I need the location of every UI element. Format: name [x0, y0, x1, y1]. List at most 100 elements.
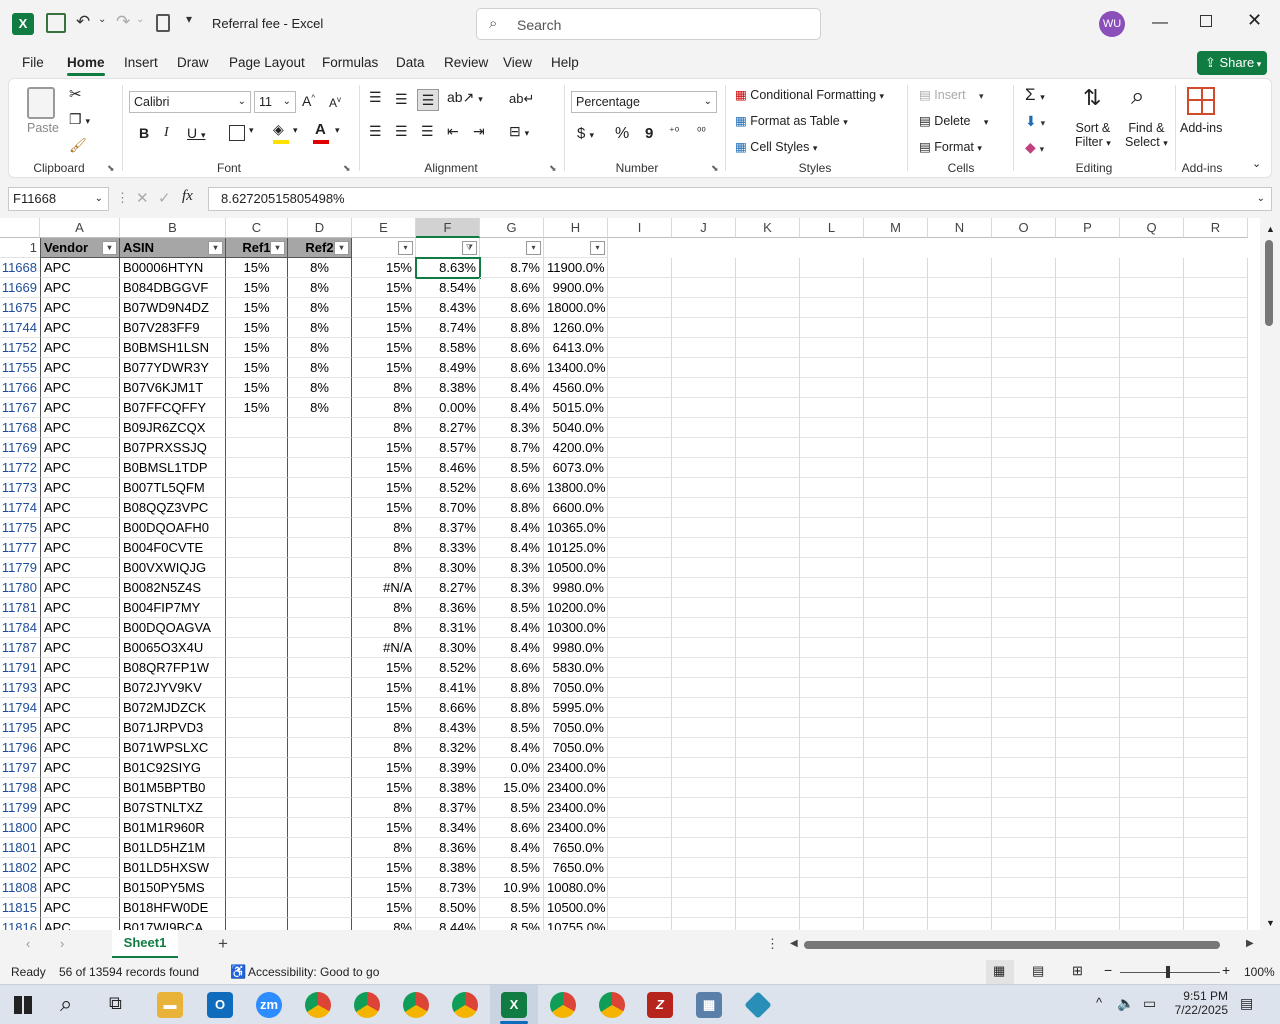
redo-icon[interactable]: ↷	[116, 12, 130, 32]
table-cell[interactable]: 10365.0%	[544, 518, 608, 538]
table-cell[interactable]	[226, 478, 288, 498]
table-cell[interactable]: 13800.0%	[544, 478, 608, 498]
empty-cell[interactable]	[1120, 478, 1184, 498]
empty-cell[interactable]	[1120, 558, 1184, 578]
table-cell[interactable]: B0150PY5MS	[120, 878, 226, 898]
empty-cell[interactable]	[1184, 278, 1248, 298]
table-cell[interactable]	[226, 858, 288, 878]
increase-font-icon[interactable]: A^	[302, 93, 315, 109]
empty-cell[interactable]	[1184, 398, 1248, 418]
table-cell[interactable]: 8.52%	[416, 658, 480, 678]
table-cell[interactable]: B004FIP7MY	[120, 598, 226, 618]
table-cell[interactable]: 15%	[226, 358, 288, 378]
table-cell[interactable]: #N/A	[352, 578, 416, 598]
empty-cell[interactable]	[1056, 758, 1120, 778]
table-cell[interactable]: APC	[40, 338, 120, 358]
empty-cell[interactable]	[672, 578, 736, 598]
table-cell[interactable]: 23400.0%	[544, 798, 608, 818]
table-cell[interactable]: APC	[40, 878, 120, 898]
empty-cell[interactable]	[1120, 598, 1184, 618]
page-layout-view-icon[interactable]: ▤	[1032, 963, 1044, 979]
filter-dropdown-icon[interactable]: ▾	[208, 241, 223, 255]
table-cell[interactable]: 8.6%	[480, 658, 544, 678]
table-cell[interactable]: 8.43%	[416, 718, 480, 738]
empty-cell[interactable]	[928, 458, 992, 478]
table-cell[interactable]: 8.36%	[416, 598, 480, 618]
row-header[interactable]: 11744	[0, 318, 40, 338]
empty-cell[interactable]	[1056, 338, 1120, 358]
calculator-app-icon[interactable]: ▦	[696, 992, 722, 1018]
table-cell[interactable]: 8.7%	[480, 258, 544, 278]
table-cell[interactable]	[226, 598, 288, 618]
collapse-ribbon-icon[interactable]: ⌄	[1252, 157, 1261, 170]
taskbar-clock[interactable]: 9:51 PM 7/22/2025	[1168, 989, 1228, 1017]
empty-cell[interactable]	[608, 618, 672, 638]
empty-cell[interactable]	[864, 458, 928, 478]
row-header[interactable]: 11774	[0, 498, 40, 518]
table-cell[interactable]: APC	[40, 278, 120, 298]
table-cell[interactable]: 8.5%	[480, 858, 544, 878]
empty-cell[interactable]	[608, 538, 672, 558]
row-header[interactable]: 11796	[0, 738, 40, 758]
zoom-out-icon[interactable]: −	[1104, 962, 1112, 978]
windows-start-icon[interactable]	[14, 996, 32, 1014]
table-cell[interactable]	[226, 678, 288, 698]
scroll-down-icon[interactable]: ▼	[1266, 918, 1275, 928]
table-cell[interactable]: B077YDWR3Y	[120, 358, 226, 378]
addins-icon[interactable]	[1187, 87, 1215, 115]
empty-cell[interactable]	[864, 418, 928, 438]
empty-cell[interactable]	[800, 818, 864, 838]
italic-icon[interactable]: I	[164, 125, 169, 141]
empty-cell[interactable]	[992, 338, 1056, 358]
empty-cell[interactable]	[864, 358, 928, 378]
empty-cell[interactable]	[1184, 858, 1248, 878]
empty-cell[interactable]	[1056, 818, 1120, 838]
empty-cell[interactable]	[1184, 558, 1248, 578]
empty-cell[interactable]	[864, 638, 928, 658]
table-cell[interactable]: 15%	[352, 678, 416, 698]
fill-icon[interactable]: ⬇ ▾	[1025, 113, 1045, 130]
table-cell[interactable]: B07V6KJM1T	[120, 378, 226, 398]
align-bottom-icon[interactable]: ☰	[417, 89, 439, 111]
empty-cell[interactable]	[1120, 878, 1184, 898]
empty-cell[interactable]	[992, 718, 1056, 738]
table-cell[interactable]: 15%	[352, 858, 416, 878]
empty-cell[interactable]	[928, 258, 992, 278]
table-cell[interactable]: APC	[40, 698, 120, 718]
empty-cell[interactable]	[672, 458, 736, 478]
table-cell[interactable]: APC	[40, 378, 120, 398]
row-header[interactable]: 11781	[0, 598, 40, 618]
minimize-icon[interactable]: —	[1152, 14, 1168, 32]
table-cell[interactable]: 5040.0%	[544, 418, 608, 438]
table-cell[interactable]: APC	[40, 818, 120, 838]
network-icon[interactable]: ▭	[1143, 995, 1156, 1012]
table-cell[interactable]: 8.8%	[480, 318, 544, 338]
table-cell[interactable]	[226, 438, 288, 458]
empty-cell[interactable]	[800, 578, 864, 598]
empty-cell[interactable]	[736, 878, 800, 898]
empty-cell[interactable]	[992, 798, 1056, 818]
empty-cell[interactable]	[736, 758, 800, 778]
tab-insert[interactable]: Insert	[124, 55, 158, 70]
empty-cell[interactable]	[864, 778, 928, 798]
table-cell[interactable]: 8.4%	[480, 738, 544, 758]
empty-cell[interactable]	[736, 578, 800, 598]
table-cell[interactable]: APC	[40, 458, 120, 478]
empty-cell[interactable]	[1120, 718, 1184, 738]
empty-cell[interactable]	[992, 678, 1056, 698]
table-cell[interactable]: APC	[40, 558, 120, 578]
empty-cell[interactable]	[928, 418, 992, 438]
column-header[interactable]: Q	[1120, 218, 1184, 238]
empty-cell[interactable]	[608, 858, 672, 878]
table-cell[interactable]: 15%	[352, 898, 416, 918]
table-cell[interactable]	[288, 738, 352, 758]
outlook-icon[interactable]: O	[207, 992, 233, 1018]
empty-cell[interactable]	[608, 738, 672, 758]
empty-cell[interactable]	[800, 618, 864, 638]
empty-cell[interactable]	[864, 818, 928, 838]
align-right-icon[interactable]: ☰	[421, 123, 434, 140]
table-cell[interactable]: 8%	[352, 398, 416, 418]
table-cell[interactable]: B07WD9N4DZ	[120, 298, 226, 318]
empty-cell[interactable]	[992, 758, 1056, 778]
empty-cell[interactable]	[672, 278, 736, 298]
